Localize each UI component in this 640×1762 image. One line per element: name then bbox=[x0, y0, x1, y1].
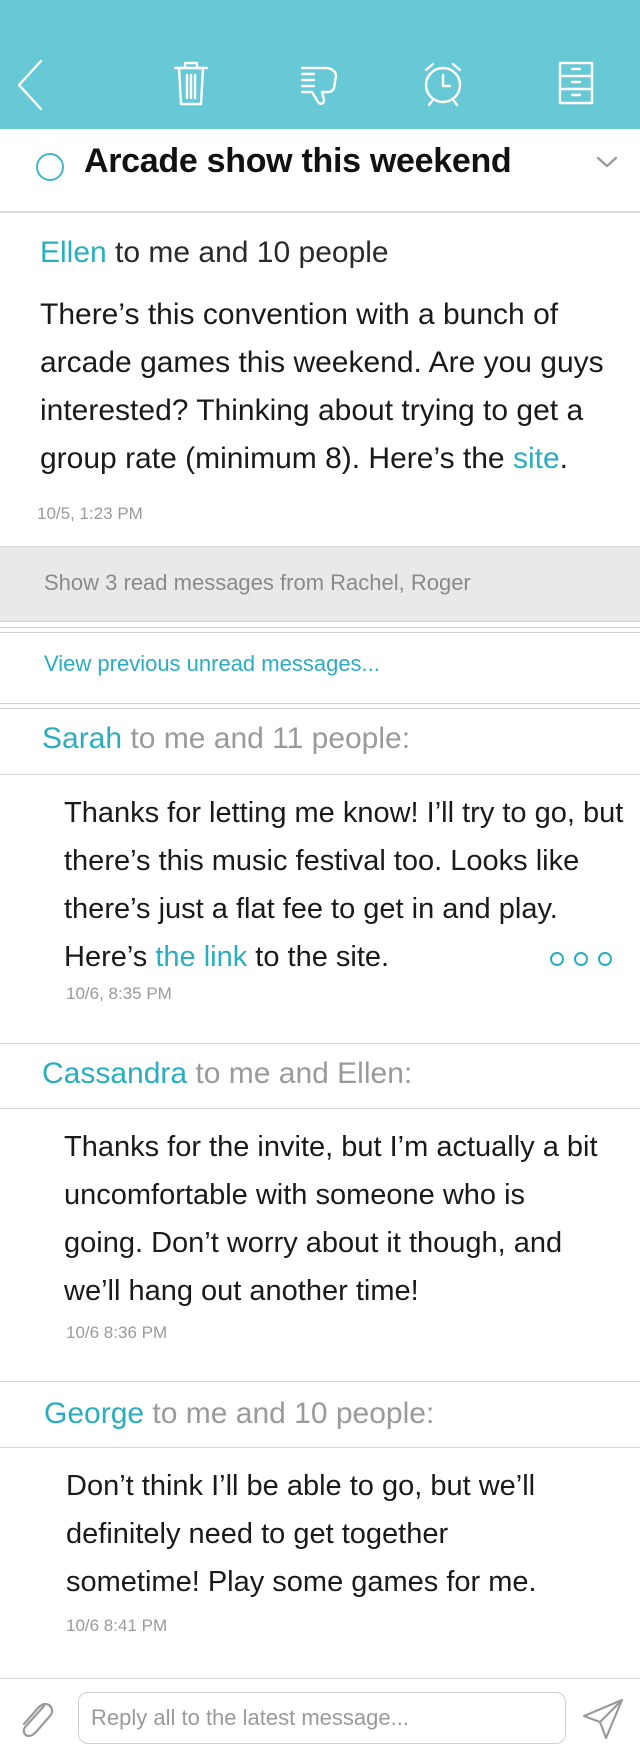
alarm-clock-icon[interactable] bbox=[408, 48, 478, 118]
divider bbox=[0, 1108, 640, 1109]
divider bbox=[0, 774, 640, 775]
divider bbox=[0, 1381, 640, 1382]
message-body: Don’t think I’ll be able to go, but we’l… bbox=[66, 1470, 537, 1598]
thumbs-down-icon[interactable] bbox=[286, 48, 356, 118]
select-circle-icon[interactable] bbox=[36, 153, 64, 181]
send-icon[interactable] bbox=[580, 1696, 626, 1747]
divider bbox=[0, 1043, 640, 1044]
link-text[interactable]: the link bbox=[155, 941, 247, 973]
message-body: Thanks for the invite, but I’m actually … bbox=[64, 1131, 598, 1307]
message-text-end: . bbox=[559, 442, 568, 475]
recipients-text: to me and Ellen: bbox=[187, 1057, 413, 1090]
message-timestamp: 10/6 8:41 PM bbox=[66, 1616, 168, 1635]
sender-name[interactable]: Ellen bbox=[40, 236, 107, 269]
message-header: Cassandra to me and Ellen: bbox=[42, 1057, 412, 1091]
sender-name[interactable]: George bbox=[44, 1397, 144, 1430]
back-icon[interactable] bbox=[0, 48, 64, 118]
message-header: Sarah to me and 11 people: bbox=[42, 722, 410, 756]
more-options-icon[interactable] bbox=[550, 952, 612, 966]
message-header: George to me and 10 people: bbox=[44, 1397, 434, 1431]
message-timestamp: 10/5, 1:23 PM bbox=[37, 504, 143, 523]
recipients-text: to me and 11 people: bbox=[122, 722, 411, 755]
message-body: There’s this convention with a bunch of … bbox=[40, 291, 620, 483]
trash-icon[interactable] bbox=[156, 48, 226, 118]
sender-name[interactable]: Cassandra bbox=[42, 1057, 187, 1090]
view-previous-unread-link[interactable]: View previous unread messages... bbox=[44, 651, 380, 677]
message-header: Ellen to me and 10 people bbox=[40, 236, 389, 270]
message-timestamp: 10/6 8:36 PM bbox=[66, 1323, 168, 1342]
thread-subject: Arcade show this weekend bbox=[84, 142, 512, 180]
message-text-end: to the site. bbox=[247, 941, 390, 973]
paperclip-icon[interactable] bbox=[14, 1696, 58, 1749]
divider bbox=[0, 1447, 640, 1448]
recipients-text: to me and 10 people bbox=[106, 236, 389, 269]
message-body: Thanks for letting me know! I’ll try to … bbox=[64, 789, 624, 981]
chevron-down-icon[interactable] bbox=[594, 152, 620, 177]
archive-cabinet-icon[interactable] bbox=[541, 48, 611, 118]
recipients-text: to me and 10 people: bbox=[144, 1397, 435, 1430]
divider bbox=[0, 627, 640, 633]
read-messages-label[interactable]: Show 3 read messages from Rachel, Roger bbox=[44, 570, 471, 596]
message-timestamp: 10/6, 8:35 PM bbox=[66, 984, 172, 1003]
toolbar bbox=[0, 0, 640, 129]
sender-name[interactable]: Sarah bbox=[42, 722, 122, 755]
site-link[interactable]: site bbox=[513, 442, 560, 475]
reply-input[interactable] bbox=[78, 1692, 566, 1744]
divider bbox=[0, 703, 640, 709]
